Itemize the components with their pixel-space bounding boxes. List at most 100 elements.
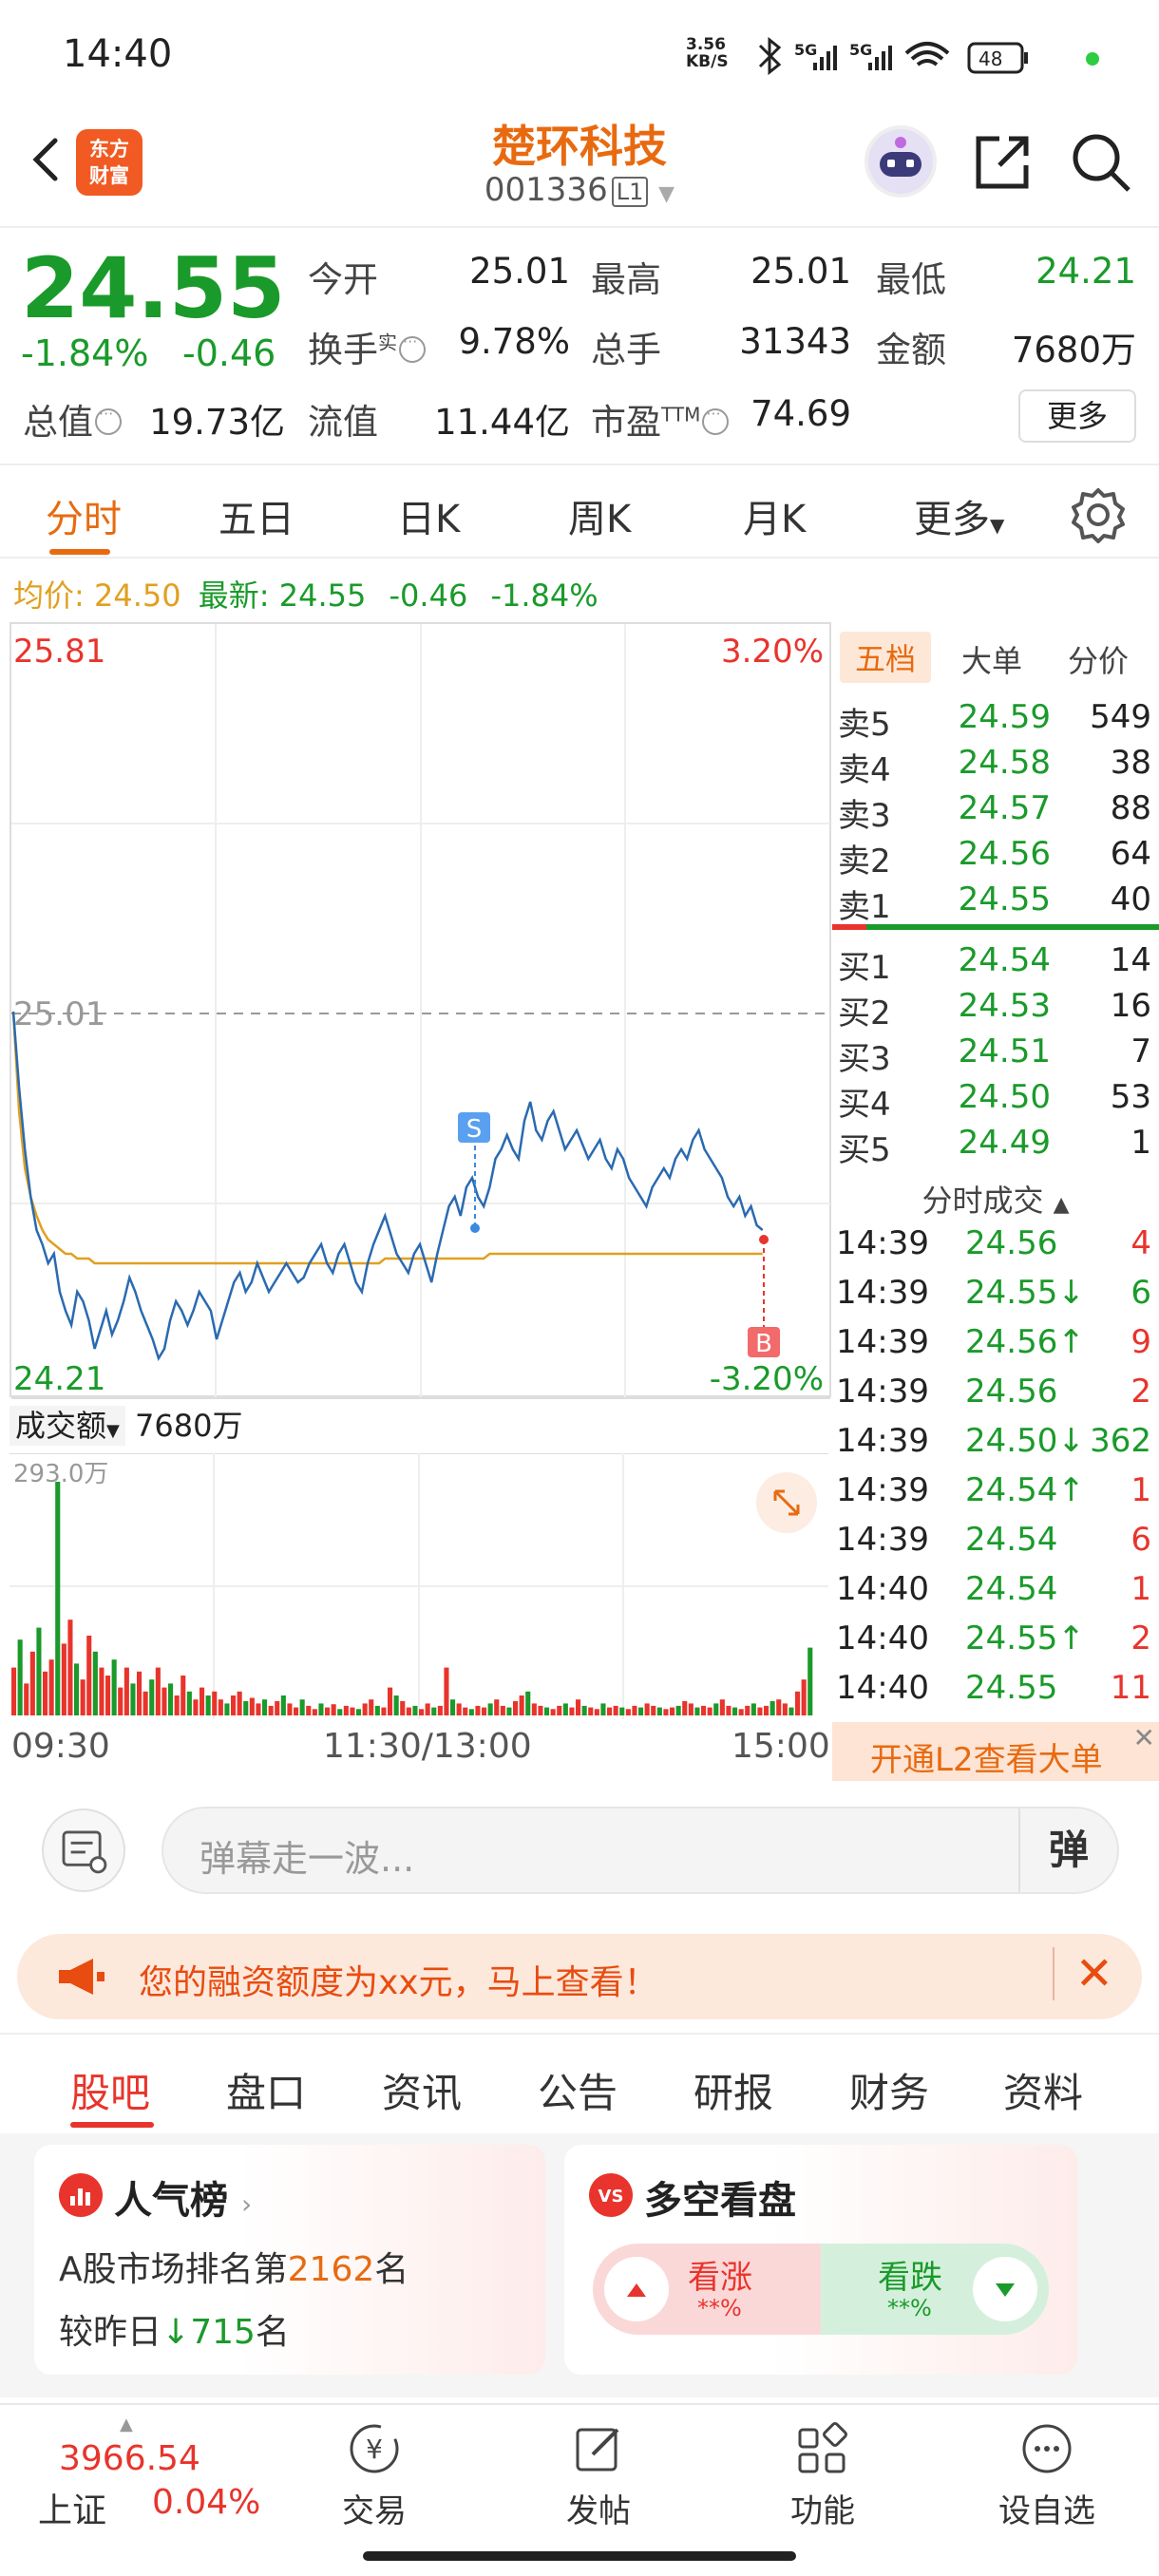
volume-header[interactable]: 成交额▼ 7680万 xyxy=(10,1402,242,1446)
ticks-header[interactable]: 分时成交 ▲ xyxy=(832,1177,1159,1221)
volume-bar xyxy=(431,1707,437,1715)
volume-bar xyxy=(437,1705,443,1715)
vote-down-button[interactable]: 看跌 **% xyxy=(821,2244,1049,2335)
tab-monthly-k[interactable]: 月K xyxy=(743,488,806,543)
volume-bar xyxy=(776,1699,782,1715)
tab-forum[interactable]: 股吧 xyxy=(70,2061,150,2119)
l2-upgrade-bar[interactable]: 开通L2查看大单 ✕ xyxy=(832,1722,1159,1781)
volume-bar xyxy=(519,1695,524,1715)
ask-row[interactable]: 卖2 24.56 64 xyxy=(832,835,1159,881)
vote-bar: 看涨 **% 看跌 **% xyxy=(593,2244,1049,2335)
svg-text:¥: ¥ xyxy=(366,2434,383,2465)
tab-weekly-k[interactable]: 周K xyxy=(568,488,631,543)
latest-change: -0.46 xyxy=(389,578,468,614)
nav-trade[interactable]: ¥ 交易 xyxy=(308,2415,441,2538)
volume-bar xyxy=(550,1709,556,1715)
tab-research[interactable]: 研报 xyxy=(694,2061,773,2119)
time-start: 09:30 xyxy=(11,1727,110,1766)
volume-bar xyxy=(607,1707,613,1715)
tab-order-flow[interactable]: 盘口 xyxy=(226,2061,306,2119)
tick-row: 14:40 24.55↑ 2 xyxy=(836,1619,1151,1657)
volume-bar xyxy=(688,1703,694,1715)
volume-bar xyxy=(463,1707,468,1715)
bid-row[interactable]: 买4 24.50 53 xyxy=(832,1078,1159,1124)
tab-profile[interactable]: 资料 xyxy=(1003,2061,1083,2119)
ask-row[interactable]: 卖4 24.58 38 xyxy=(832,744,1159,789)
search-icon[interactable] xyxy=(1070,131,1132,194)
bid-row[interactable]: 买2 24.53 16 xyxy=(832,987,1159,1032)
status-icons: 5G 5G 48 xyxy=(758,36,1099,76)
status-time: 14:40 xyxy=(63,32,173,76)
nav-functions[interactable]: 功能 xyxy=(756,2415,889,2538)
assistant-avatar[interactable] xyxy=(864,125,937,198)
volume-bar xyxy=(713,1703,719,1715)
bid-row[interactable]: 买1 24.54 14 xyxy=(832,941,1159,987)
close-icon[interactable]: ✕ xyxy=(1133,1722,1155,1753)
danmu-list-icon[interactable] xyxy=(42,1809,125,1892)
nav-add-watchlist[interactable]: 设自选 xyxy=(980,2415,1113,2538)
nav-post[interactable]: 发帖 xyxy=(532,2415,665,2538)
volume-bar xyxy=(343,1705,349,1715)
ask-row[interactable]: 卖1 24.55 40 xyxy=(832,881,1159,926)
tab-five-levels[interactable]: 五档 xyxy=(840,632,932,683)
svg-text:5G: 5G xyxy=(849,41,872,59)
tab-announcements[interactable]: 公告 xyxy=(538,2061,618,2119)
volume-bar xyxy=(670,1707,675,1715)
turnover-label[interactable]: 换手实 xyxy=(308,321,426,372)
volume-bar xyxy=(212,1691,218,1715)
orderbook-divider xyxy=(832,924,1159,930)
market-cap-label[interactable]: 总值 xyxy=(23,393,122,445)
volume-bar xyxy=(738,1709,744,1715)
signal-icon: 5G 5G xyxy=(794,41,892,70)
volume-bar xyxy=(111,1659,117,1715)
volume-bar xyxy=(61,1643,66,1715)
svg-text:VS: VS xyxy=(598,2187,624,2207)
expand-icon[interactable] xyxy=(756,1472,817,1533)
financing-promo-banner[interactable]: 您的融资额度为xx元，马上查看！ ✕ xyxy=(17,1934,1142,2019)
danmu-toggle-button[interactable]: 弹 xyxy=(1018,1809,1117,1892)
volume-bar xyxy=(186,1691,192,1715)
volume-bar xyxy=(55,1482,61,1715)
volume-bar xyxy=(350,1707,355,1715)
tab-news[interactable]: 资讯 xyxy=(382,2061,462,2119)
bluetooth-icon xyxy=(758,36,782,76)
danmu-input[interactable]: 弹幕走一波... 弹 xyxy=(162,1807,1119,1894)
share-icon[interactable] xyxy=(971,131,1034,194)
tab-more[interactable]: 更多▼ xyxy=(914,488,1004,543)
volume-bar xyxy=(663,1709,669,1715)
bid-row[interactable]: 买3 24.51 7 xyxy=(832,1032,1159,1078)
volume-bar xyxy=(400,1700,406,1715)
tab-intraday[interactable]: 分时 xyxy=(46,488,122,543)
y-max-label: 25.81 xyxy=(13,633,105,671)
tick-row: 14:40 24.55 11 xyxy=(836,1669,1151,1707)
volume-bar xyxy=(393,1695,399,1715)
volume-total: 7680万 xyxy=(135,1408,243,1444)
status-bar: 14:40 3.56 KB/S 5G 5G 48 xyxy=(0,0,1159,104)
tab-price-distribution[interactable]: 分价 xyxy=(1068,637,1129,681)
order-book: 五档 大单 分价 卖5 24.59 549 卖4 24.58 38 卖3 24.57 88 卖2 2… xyxy=(832,622,1159,1781)
close-icon[interactable]: ✕ xyxy=(1052,1947,1113,2000)
yuan-coin-icon: ¥ xyxy=(350,2424,399,2473)
tab-daily-k[interactable]: 日K xyxy=(397,488,460,543)
volume-bar xyxy=(444,1667,449,1715)
ask-row[interactable]: 卖3 24.57 88 xyxy=(832,789,1159,835)
latest-value: 24.55 xyxy=(278,578,367,614)
tick-row: 14:39 24.56 2 xyxy=(836,1373,1151,1411)
volume-bar xyxy=(750,1703,756,1715)
bid-row[interactable]: 买5 24.49 1 xyxy=(832,1124,1159,1169)
tab-five-day[interactable]: 五日 xyxy=(218,488,294,543)
volume-bar xyxy=(619,1707,625,1715)
intraday-chart[interactable]: 25.81 3.20% 25.01 24.21 -3.20% S B xyxy=(10,622,831,1399)
popularity-card[interactable]: 人气榜 › A股市场排名第2162名 较昨日↓715名 xyxy=(34,2145,545,2375)
tab-financials[interactable]: 财务 xyxy=(849,2061,929,2119)
tick-row: 14:39 24.55↓ 6 xyxy=(836,1274,1151,1312)
more-button[interactable]: 更多 xyxy=(1018,389,1136,443)
tab-big-orders[interactable]: 大单 xyxy=(961,637,1022,681)
vote-up-button[interactable]: 看涨 **% xyxy=(593,2244,821,2335)
volume-bar xyxy=(468,1709,474,1715)
gear-icon[interactable] xyxy=(1070,486,1127,543)
volume-bar xyxy=(231,1695,237,1715)
turnover-value: 9.78% xyxy=(458,321,570,362)
ask-row[interactable]: 卖5 24.59 549 xyxy=(832,698,1159,744)
pe-label[interactable]: 市盈TTM xyxy=(591,393,730,445)
